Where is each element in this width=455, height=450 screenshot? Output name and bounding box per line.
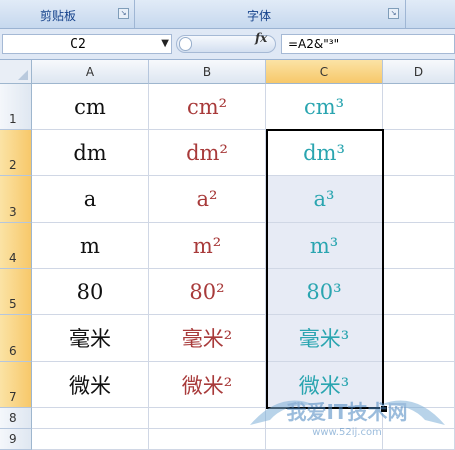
select-all-icon xyxy=(18,70,28,80)
cell-d5[interactable] xyxy=(383,269,455,315)
row-number: 3 xyxy=(9,205,17,219)
row-number: 7 xyxy=(9,390,17,404)
font-group: 字体 ↘ xyxy=(135,0,406,28)
cell-c1[interactable]: cm³ xyxy=(266,84,383,130)
cell-b5[interactable]: 80² xyxy=(149,269,266,315)
cell-b1[interactable]: cm² xyxy=(149,84,266,130)
row-header-3[interactable]: 3 xyxy=(0,176,32,223)
cell-a8[interactable] xyxy=(32,408,149,429)
formula-text: =A2&"³" xyxy=(288,37,340,51)
cell-d3[interactable] xyxy=(383,176,455,223)
row-number: 4 xyxy=(9,251,17,265)
row-header-1[interactable]: 1 xyxy=(0,84,32,130)
cell-b2[interactable]: dm² xyxy=(149,130,266,176)
column-header-a[interactable]: A xyxy=(32,60,149,84)
row-header-7[interactable]: 7 xyxy=(0,362,32,408)
watermark-logo: 我爱IT技术网 www.52ij.com xyxy=(250,400,445,438)
cell-c6[interactable]: 毫米³ xyxy=(266,315,383,362)
cell-a7[interactable]: 微米 xyxy=(32,362,149,408)
select-all-corner[interactable] xyxy=(0,60,32,84)
watermark-title: 我爱IT技术网 xyxy=(286,400,407,424)
insert-function-icon[interactable]: fx xyxy=(255,31,267,45)
column-header-d[interactable]: D xyxy=(383,60,455,84)
row-header-2[interactable]: 2 xyxy=(0,130,32,176)
clipboard-dialog-launcher-icon[interactable]: ↘ xyxy=(118,8,129,19)
row-number: 8 xyxy=(9,411,17,425)
cell-d2[interactable] xyxy=(383,130,455,176)
row-number: 9 xyxy=(9,432,17,446)
row-number: 5 xyxy=(9,297,17,311)
cell-a9[interactable] xyxy=(32,429,149,450)
clipboard-group: 剪贴板 ↘ xyxy=(0,0,135,28)
row-header-5[interactable]: 5 xyxy=(0,269,32,315)
cell-d6[interactable] xyxy=(383,315,455,362)
formula-bar: C2 ▼ fx =A2&"³" xyxy=(0,29,455,60)
cell-a2[interactable]: dm xyxy=(32,130,149,176)
row-header-6[interactable]: 6 xyxy=(0,315,32,362)
watermark-url: www.52ij.com xyxy=(312,427,382,438)
font-group-label: 字体 xyxy=(247,9,272,23)
chevron-down-icon[interactable]: ▼ xyxy=(161,38,169,49)
row-header-4[interactable]: 4 xyxy=(0,223,32,269)
clipboard-group-label: 剪贴板 xyxy=(40,9,77,23)
cell-d1[interactable] xyxy=(383,84,455,130)
name-box[interactable]: C2 ▼ xyxy=(2,34,172,54)
ribbon: 剪贴板 ↘ 字体 ↘ xyxy=(0,0,455,29)
cell-a3[interactable]: a xyxy=(32,176,149,223)
cell-a6[interactable]: 毫米 xyxy=(32,315,149,362)
cell-d4[interactable] xyxy=(383,223,455,269)
cell-a5[interactable]: 80 xyxy=(32,269,149,315)
cell-c5[interactable]: 80³ xyxy=(266,269,383,315)
cell-b3[interactable]: a² xyxy=(149,176,266,223)
cell-b6[interactable]: 毫米² xyxy=(149,315,266,362)
row-number: 6 xyxy=(9,344,17,358)
row-number: 1 xyxy=(9,112,17,126)
column-header-b[interactable]: B xyxy=(149,60,266,84)
row-number: 2 xyxy=(9,158,17,172)
cell-b4[interactable]: m² xyxy=(149,223,266,269)
name-box-value: C2 xyxy=(70,37,86,52)
cell-c4[interactable]: m³ xyxy=(266,223,383,269)
cell-a1[interactable]: cm xyxy=(32,84,149,130)
row-header-9[interactable]: 9 xyxy=(0,429,32,450)
formula-input[interactable]: =A2&"³" xyxy=(281,34,455,54)
row-header-8[interactable]: 8 xyxy=(0,408,32,429)
font-dialog-launcher-icon[interactable]: ↘ xyxy=(388,8,399,19)
splitter-knob-icon xyxy=(179,37,192,51)
cell-a4[interactable]: m xyxy=(32,223,149,269)
cell-c2[interactable]: dm³ xyxy=(266,130,383,176)
cell-c3[interactable]: a³ xyxy=(266,176,383,223)
column-header-c[interactable]: C xyxy=(266,60,383,84)
